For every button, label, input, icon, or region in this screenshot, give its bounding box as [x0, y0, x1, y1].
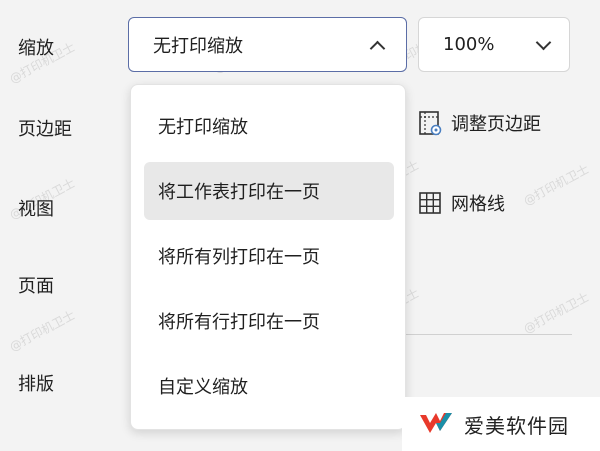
- view-label: 视图: [18, 199, 54, 220]
- watermark: @打印机卫士: [521, 161, 592, 209]
- brand-logo-icon: [420, 413, 452, 433]
- scale-label: 缩放: [18, 38, 54, 59]
- zoom-select-value: 100%: [443, 34, 495, 55]
- scale-option-label: 无打印缩放: [158, 117, 248, 138]
- scale-option-no-scaling[interactable]: 无打印缩放: [144, 97, 394, 155]
- grid-icon: [419, 192, 441, 214]
- scale-option-label: 自定义缩放: [158, 377, 248, 398]
- scale-option-custom[interactable]: 自定义缩放: [144, 357, 394, 415]
- adjust-margins-button[interactable]: 调整页边距: [417, 110, 541, 136]
- brand-badge: 爱美软件园: [402, 397, 600, 451]
- layout-label: 排版: [18, 374, 54, 395]
- gridlines-toggle[interactable]: 网格线: [417, 190, 505, 216]
- adjust-margins-label: 调整页边距: [451, 114, 541, 135]
- page-margin-settings-icon: [419, 111, 442, 136]
- brand-name: 爱美软件园: [464, 413, 569, 438]
- scale-option-label: 将工作表打印在一页: [158, 182, 320, 203]
- scale-option-fit-columns[interactable]: 将所有列打印在一页: [144, 227, 394, 285]
- watermark: @打印机卫士: [7, 307, 78, 355]
- scale-select-value: 无打印缩放: [153, 35, 243, 57]
- scale-option-label: 将所有列打印在一页: [158, 247, 320, 268]
- scale-option-fit-rows[interactable]: 将所有行打印在一页: [144, 292, 394, 350]
- watermark: @打印机卫士: [521, 289, 592, 337]
- zoom-select[interactable]: 100%: [418, 17, 570, 72]
- page-label: 页面: [18, 276, 54, 297]
- section-divider: [406, 334, 572, 335]
- chevron-up-icon: [369, 40, 386, 56]
- chevron-down-icon: [535, 34, 552, 50]
- margins-label: 页边距: [18, 119, 72, 140]
- scale-option-label: 将所有行打印在一页: [158, 312, 320, 333]
- scale-option-fit-sheet[interactable]: 将工作表打印在一页: [144, 162, 394, 220]
- scale-dropdown-menu: 无打印缩放 将工作表打印在一页 将所有列打印在一页 将所有行打印在一页 自定义缩…: [130, 84, 406, 430]
- gridlines-label: 网格线: [451, 194, 505, 215]
- scale-select[interactable]: 无打印缩放: [128, 17, 407, 72]
